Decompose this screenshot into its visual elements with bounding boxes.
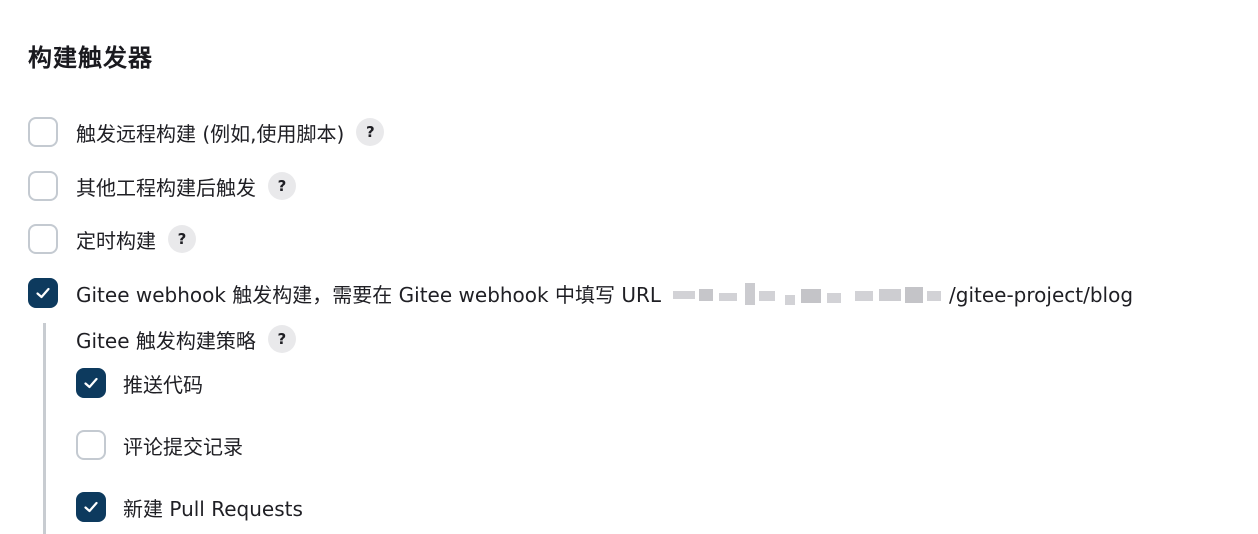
gitee-strategy-title: Gitee 触发构建策略 [76, 328, 256, 353]
trigger-remote-build-label: 触发远程构建 (例如,使用脚本) [76, 121, 345, 146]
checkmark-icon [84, 501, 98, 513]
trigger-gitee-webhook[interactable]: Gitee webhook 触发构建，需要在 Gitee webhook 中填写… [28, 276, 1133, 310]
trigger-after-other-project[interactable]: 其他工程构建后触发 ? [28, 169, 296, 203]
webhook-label-suffix: /gitee-project/blog [949, 282, 1134, 307]
webhook-label-prefix: Gitee webhook 触发构建，需要在 Gitee webhook 中填写… [76, 282, 662, 307]
trigger-gitee-webhook-label: Gitee webhook 触发构建，需要在 Gitee webhook 中填写… [76, 279, 1133, 308]
trigger-scheduled-build-checkbox[interactable] [28, 224, 58, 254]
help-icon[interactable]: ? [267, 325, 296, 353]
trigger-scheduled-build-label: 定时构建 [76, 228, 156, 253]
option-commit-comment-label: 评论提交记录 [123, 434, 243, 459]
section-title: 构建触发器 [28, 44, 153, 72]
option-push-code-label: 推送代码 [123, 372, 203, 397]
help-icon[interactable]: ? [356, 118, 385, 146]
trigger-after-other-project-checkbox[interactable] [28, 171, 58, 201]
option-commit-comment-checkbox[interactable] [76, 430, 106, 460]
option-push-code[interactable]: 推送代码 [76, 366, 203, 400]
option-commit-comment[interactable]: 评论提交记录 [76, 428, 243, 462]
option-new-pull-request-checkbox[interactable] [76, 492, 106, 522]
option-new-pull-request-label: 新建 Pull Requests [123, 496, 303, 521]
checkmark-icon [36, 287, 50, 299]
option-new-pull-request[interactable]: 新建 Pull Requests [76, 490, 303, 524]
option-push-code-checkbox[interactable] [76, 368, 106, 398]
help-icon[interactable]: ? [268, 172, 296, 200]
trigger-remote-build[interactable]: 触发远程构建 (例如,使用脚本) ? [28, 115, 385, 149]
checkmark-icon [84, 377, 98, 389]
gitee-strategy-header: Gitee 触发构建策略 ? [76, 322, 296, 356]
trigger-gitee-webhook-checkbox[interactable] [28, 278, 58, 308]
trigger-after-other-project-label: 其他工程构建后触发 [76, 175, 256, 200]
expanded-options-indicator [43, 323, 46, 534]
trigger-scheduled-build[interactable]: 定时构建 ? [28, 222, 196, 256]
help-icon[interactable]: ? [168, 225, 196, 253]
trigger-remote-build-checkbox[interactable] [28, 117, 58, 147]
redacted-url-blur [669, 283, 945, 305]
